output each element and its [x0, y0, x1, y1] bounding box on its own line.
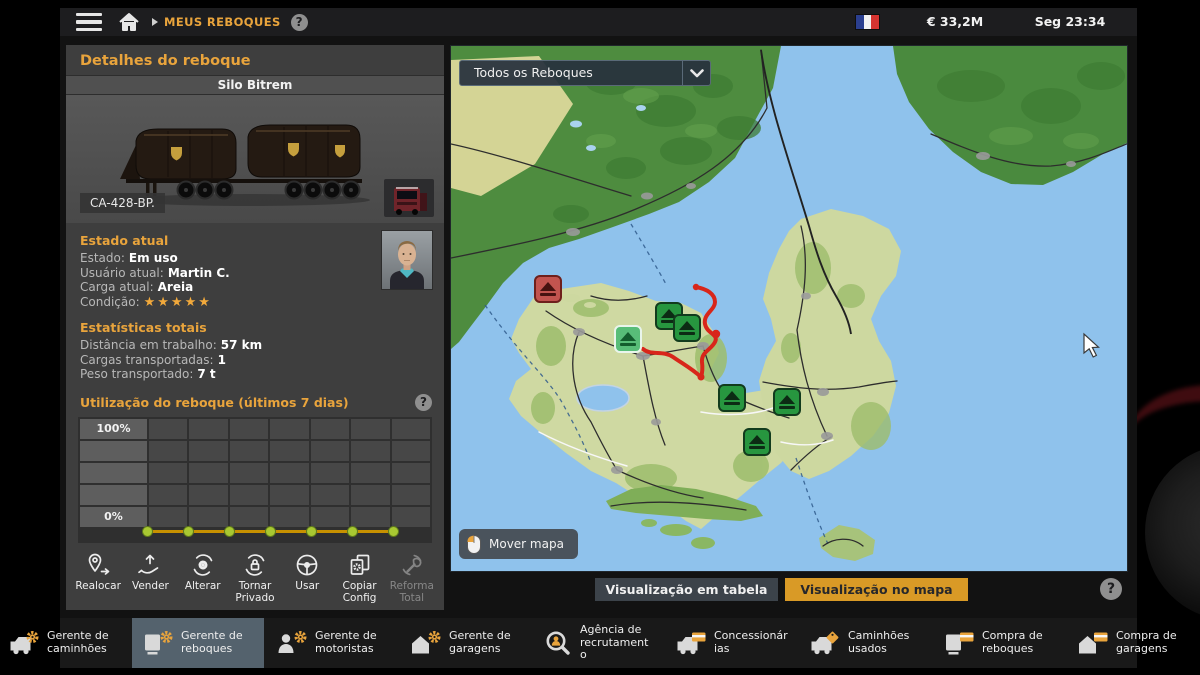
y-axis-max-label: 100% — [80, 419, 147, 439]
tab-trailer-manager[interactable]: Gerente de reboques — [132, 618, 264, 668]
game-clock: Seg 23:34 — [1015, 14, 1125, 29]
overhaul-wrench-icon — [398, 551, 426, 579]
utilization-point — [347, 526, 358, 537]
total-overhaul-button[interactable]: Reforma Total — [386, 549, 438, 604]
help-icon[interactable]: ? — [291, 14, 308, 31]
current-state-title: Estado atual — [80, 233, 430, 248]
trailer-actions: Realocar Alterar Vender Alterar — [72, 549, 438, 604]
utilization-title: Utilização do reboque (últimos 7 dias) — [80, 395, 349, 410]
relocate-pin-icon — [84, 551, 112, 579]
relocate-button[interactable]: Realocar — [72, 549, 124, 604]
driver-gear-icon — [275, 629, 308, 657]
filter-selected-value: Todos os Reboques — [460, 61, 682, 85]
trailer-marker-green[interactable] — [674, 315, 700, 341]
loads-value: 1 — [218, 353, 226, 367]
home-icon[interactable] — [118, 12, 140, 32]
user-label: Usuário atual: — [80, 266, 164, 280]
player-money: € 33,2M — [900, 14, 1010, 29]
tab-driver-manager[interactable]: Gerente de motoristas — [266, 618, 398, 668]
y-axis-min-label: 0% — [80, 507, 147, 527]
sell-hand-icon — [136, 551, 164, 579]
tab-garage-manager[interactable]: Gerente de garagens — [400, 618, 532, 668]
tab-dealerships[interactable]: Concessionárias — [665, 618, 797, 668]
sell-button[interactable]: Alterar Vender — [124, 549, 176, 604]
cargo-value: Areia — [158, 280, 194, 294]
world-map[interactable]: Todos os Reboques Mover mapa — [450, 45, 1128, 572]
license-plate: CA-428-BP. — [80, 193, 165, 213]
trailer-marker-selected[interactable] — [615, 326, 641, 352]
trailer-marker-green[interactable] — [744, 429, 770, 455]
trailer-marker-green[interactable] — [719, 385, 745, 411]
make-private-button[interactable]: Tornar Privado — [229, 549, 281, 604]
fleet-manager-window: MEUS REBOQUES ? € 33,2M Seg 23:34 Detalh… — [60, 8, 1137, 668]
trailer-details-panel: Detalhes do reboque Silo Bitrem — [66, 45, 444, 610]
management-tab-bar: Gerente de caminhões Gerente de reboques… — [60, 618, 1137, 668]
trailer-name: Silo Bitrem — [66, 75, 444, 95]
tab-garage-purchase[interactable]: Compra de garagens — [1067, 618, 1199, 668]
tab-recruitment-agency[interactable]: Agência de recrutamento — [534, 618, 663, 668]
panel-title: Detalhes do reboque — [66, 45, 444, 75]
lock-icon — [241, 551, 269, 579]
driver-portrait — [382, 231, 432, 289]
condition-stars: ★★★★★ — [144, 295, 212, 310]
weight-label: Peso transportado: — [80, 367, 193, 381]
total-stats-section: Estatísticas totais Distância em trabalh… — [66, 310, 444, 382]
assigned-truck-thumbnail — [384, 179, 434, 217]
total-stats-title: Estatísticas totais — [80, 320, 430, 335]
modify-button[interactable]: Alterar — [177, 549, 229, 604]
recruitment-magnifier-icon — [543, 629, 573, 657]
state-value: Em uso — [129, 251, 178, 265]
garage-gear-icon — [409, 629, 442, 657]
garage-purchase-card-icon — [1076, 629, 1109, 657]
condition-label: Condição: — [80, 295, 140, 309]
trailer-filter-dropdown[interactable]: Todos os Reboques — [459, 60, 711, 86]
cargo-label: Carga atual: — [80, 280, 154, 294]
state-label: Estado: — [80, 251, 125, 265]
utilization-point — [142, 526, 153, 537]
steering-wheel-icon — [293, 551, 321, 579]
user-value: Martin C. — [168, 266, 230, 280]
trailer-marker-red[interactable] — [535, 276, 561, 302]
loads-label: Cargas transportadas: — [80, 353, 214, 367]
distance-value: 57 km — [221, 338, 262, 352]
utilization-point — [224, 526, 235, 537]
dealership-truck-card-icon — [674, 629, 707, 657]
chevron-down-icon — [682, 61, 710, 85]
view-help-icon[interactable]: ? — [1100, 578, 1122, 600]
utilization-header: Utilização do reboque (últimos 7 dias) ? — [66, 382, 444, 417]
trailer-gear-icon — [141, 629, 174, 657]
move-map-button[interactable]: Mover mapa — [459, 529, 578, 559]
utilization-point — [388, 526, 399, 537]
breadcrumb: MEUS REBOQUES — [164, 15, 281, 29]
france-flag-icon — [855, 14, 880, 30]
utilization-chart: 100% 0% — [78, 417, 432, 543]
utilization-point — [183, 526, 194, 537]
trailer-marker-green[interactable] — [774, 389, 800, 415]
modify-gear-icon — [189, 551, 217, 579]
map-view-button[interactable]: Visualização no mapa — [785, 578, 968, 601]
tab-trailer-purchase[interactable]: Compra de reboques — [933, 618, 1065, 668]
copy-config-button[interactable]: Copiar Config — [333, 549, 385, 604]
distance-label: Distância em trabalho: — [80, 338, 217, 352]
copy-config-icon — [346, 551, 374, 579]
use-button[interactable]: Usar — [281, 549, 333, 604]
tab-truck-manager[interactable]: Gerente de caminhões — [0, 618, 130, 668]
move-map-label: Mover mapa — [489, 537, 564, 551]
truck-gear-icon — [7, 629, 40, 657]
utilization-help-icon[interactable]: ? — [415, 394, 432, 411]
trailer-purchase-card-icon — [942, 629, 975, 657]
mouse-icon — [467, 535, 481, 554]
background-truck-scene — [1137, 0, 1200, 675]
trailer-image: CA-428-BP. — [66, 95, 444, 223]
breadcrumb-arrow-icon — [152, 18, 158, 26]
menu-hamburger-icon[interactable] — [76, 13, 102, 32]
weight-value: 7 t — [197, 367, 215, 381]
utilization-point — [306, 526, 317, 537]
table-view-button[interactable]: Visualização em tabela — [595, 578, 778, 601]
utilization-point — [265, 526, 276, 537]
top-bar: MEUS REBOQUES ? € 33,2M Seg 23:34 — [60, 8, 1137, 36]
tab-used-trucks[interactable]: Caminhões usados — [799, 618, 931, 668]
map-canvas — [451, 46, 1128, 572]
used-truck-tag-icon — [808, 629, 841, 657]
